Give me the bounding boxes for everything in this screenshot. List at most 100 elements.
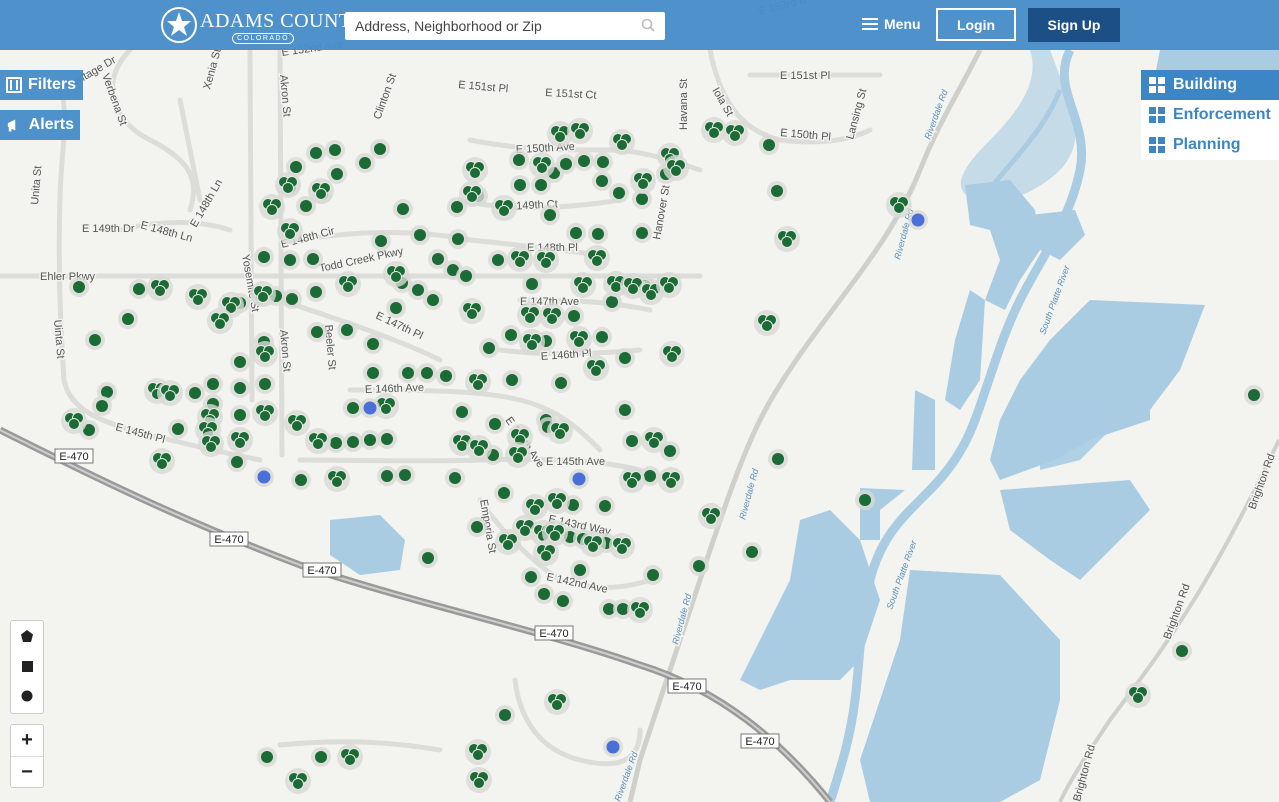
permit-marker[interactable]	[329, 144, 341, 156]
permit-marker[interactable]	[234, 356, 246, 368]
permit-marker[interactable]	[619, 352, 631, 364]
permit-marker[interactable]	[599, 500, 611, 512]
permit-marker[interactable]	[636, 227, 648, 239]
permit-marker[interactable]	[311, 326, 323, 338]
permit-marker[interactable]	[375, 235, 387, 247]
permit-marker[interactable]	[647, 569, 659, 581]
selected-permit-marker[interactable]	[257, 470, 271, 484]
permit-marker[interactable]	[772, 453, 784, 465]
permit-marker[interactable]	[483, 342, 495, 354]
permit-marker[interactable]	[440, 370, 452, 382]
permit-marker[interactable]	[451, 201, 463, 213]
permit-marker[interactable]	[414, 229, 426, 241]
permit-marker[interactable]	[122, 313, 134, 325]
permit-marker[interactable]	[763, 139, 775, 151]
permit-marker[interactable]	[295, 474, 307, 486]
selected-permit-marker[interactable]	[911, 213, 925, 227]
permit-marker[interactable]	[330, 437, 342, 449]
permit-marker[interactable]	[307, 253, 319, 265]
permit-marker[interactable]	[432, 253, 444, 265]
permit-marker[interactable]	[341, 324, 353, 336]
selected-permit-marker[interactable]	[572, 472, 586, 486]
permit-marker[interactable]	[300, 200, 312, 212]
permit-marker[interactable]	[381, 470, 393, 482]
permit-marker[interactable]	[538, 588, 550, 600]
permit-marker[interactable]	[449, 472, 461, 484]
permit-marker[interactable]	[592, 228, 604, 240]
permit-marker[interactable]	[381, 433, 393, 445]
permit-marker[interactable]	[568, 310, 580, 322]
permit-marker[interactable]	[402, 367, 414, 379]
permit-marker[interactable]	[514, 179, 526, 191]
permit-marker[interactable]	[746, 546, 758, 558]
permit-marker[interactable]	[570, 227, 582, 239]
permit-marker[interactable]	[460, 270, 472, 282]
permit-marker[interactable]	[347, 402, 359, 414]
permit-marker[interactable]	[421, 367, 433, 379]
permit-marker[interactable]	[544, 209, 556, 221]
permit-marker[interactable]	[606, 296, 618, 308]
signup-button[interactable]: Sign Up	[1028, 8, 1120, 42]
permit-marker[interactable]	[258, 251, 270, 263]
permit-marker[interactable]	[399, 469, 411, 481]
permit-marker[interactable]	[693, 560, 705, 572]
permit-marker[interactable]	[664, 445, 676, 457]
permit-marker[interactable]	[1176, 645, 1188, 657]
permit-marker[interactable]	[189, 387, 201, 399]
permit-marker[interactable]	[1248, 389, 1260, 401]
draw-rectangle-button[interactable]	[11, 651, 43, 681]
permit-marker[interactable]	[613, 187, 625, 199]
selected-permit-marker[interactable]	[363, 401, 377, 415]
permit-marker[interactable]	[636, 193, 648, 205]
permit-marker[interactable]	[498, 487, 510, 499]
permit-marker[interactable]	[133, 283, 145, 295]
permit-marker[interactable]	[578, 155, 590, 167]
draw-polygon-button[interactable]	[11, 621, 43, 651]
alerts-button[interactable]: Alerts	[0, 110, 80, 140]
permit-marker[interactable]	[261, 751, 273, 763]
permit-marker[interactable]	[310, 286, 322, 298]
draw-circle-button[interactable]	[11, 681, 43, 711]
permit-marker[interactable]	[310, 147, 322, 159]
permit-marker[interactable]	[172, 423, 184, 435]
permit-marker[interactable]	[315, 751, 327, 763]
permit-marker[interactable]	[412, 284, 424, 296]
permit-marker[interactable]	[390, 302, 402, 314]
permit-marker[interactable]	[471, 521, 483, 533]
layer-planning[interactable]: Planning	[1141, 130, 1279, 160]
permit-marker[interactable]	[359, 157, 371, 169]
permit-marker[interactable]	[526, 278, 538, 290]
permit-marker[interactable]	[367, 338, 379, 350]
permit-marker[interactable]	[347, 436, 359, 448]
permit-marker[interactable]	[489, 418, 501, 430]
filters-button[interactable]: Filters	[0, 70, 83, 100]
map-canvas[interactable]: E-470 E-470 E-470 E-470 E-470 E-470 E 15…	[0, 0, 1279, 802]
permit-marker[interactable]	[506, 374, 518, 386]
permit-marker[interactable]	[596, 175, 608, 187]
permit-marker[interactable]	[596, 331, 608, 343]
permit-marker[interactable]	[525, 571, 537, 583]
login-button[interactable]: Login	[936, 8, 1016, 41]
zoom-in-button[interactable]: +	[11, 725, 43, 756]
permit-marker[interactable]	[574, 564, 586, 576]
permit-marker[interactable]	[73, 281, 85, 293]
layer-enforcement[interactable]: Enforcement	[1141, 100, 1279, 130]
permit-marker[interactable]	[259, 378, 271, 390]
permit-marker[interactable]	[89, 334, 101, 346]
permit-marker[interactable]	[284, 254, 296, 266]
permit-marker[interactable]	[535, 179, 547, 191]
permit-marker[interactable]	[96, 400, 108, 412]
permit-marker[interactable]	[499, 709, 511, 721]
permit-marker[interactable]	[626, 435, 638, 447]
permit-marker[interactable]	[374, 143, 386, 155]
permit-marker[interactable]	[619, 404, 631, 416]
permit-marker[interactable]	[427, 294, 439, 306]
permit-marker[interactable]	[644, 470, 656, 482]
permit-marker[interactable]	[492, 254, 504, 266]
permit-marker[interactable]	[397, 203, 409, 215]
search-icon[interactable]	[641, 18, 655, 37]
permit-marker[interactable]	[505, 329, 517, 341]
zoom-out-button[interactable]: −	[11, 756, 43, 788]
permit-marker[interactable]	[859, 494, 871, 506]
permit-marker[interactable]	[364, 434, 376, 446]
